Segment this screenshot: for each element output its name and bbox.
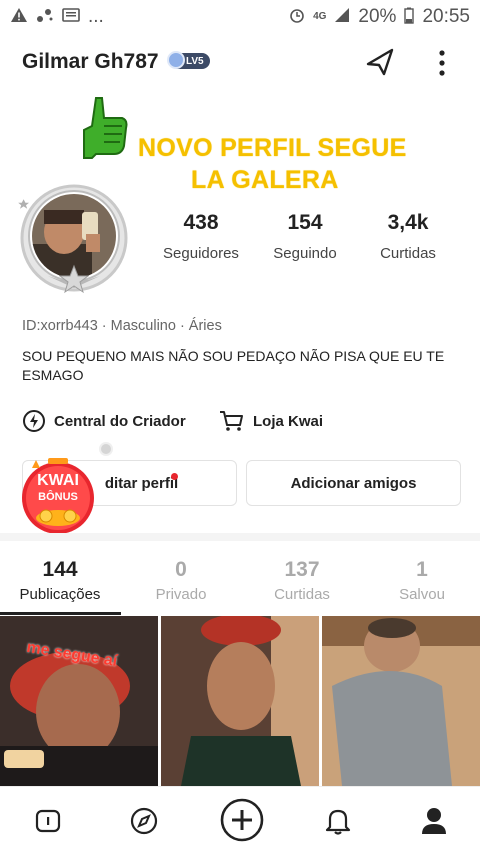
active-tab-indicator [0, 612, 121, 615]
add-friends-button[interactable]: Adicionar amigos [246, 460, 461, 506]
share-icon [366, 48, 394, 76]
status-bar: ... 4G 20% 20:55 [0, 0, 480, 34]
username: Gilmar Gh787 [22, 50, 159, 73]
thumbs-up-sticker [82, 96, 130, 162]
following-stat[interactable]: 154 Seguindo [255, 211, 355, 262]
avatar[interactable] [18, 184, 130, 296]
status-system: 4G 20% 20:55 [289, 6, 470, 28]
publications-count: 144 [42, 558, 78, 581]
profile-meta: ID:xorrb443 · Masculino · Áries [22, 318, 222, 334]
banner-text-line-2: LA GALERA [191, 166, 339, 194]
share-button[interactable] [362, 44, 398, 80]
message-icon [62, 7, 80, 27]
creator-center-label: Central do Criador [54, 412, 186, 430]
section-divider [0, 533, 480, 541]
plus-icon [220, 798, 264, 842]
video-thumbnail-3[interactable] [322, 616, 480, 786]
tab-private[interactable]: 0 Privado [121, 558, 241, 603]
followers-label: Seguidores [163, 245, 239, 262]
add-friends-label: Adicionar amigos [290, 474, 417, 492]
notification-dot [171, 473, 178, 480]
tab-publications[interactable]: 144 Publicações [0, 558, 120, 603]
nav-discover-button[interactable] [124, 801, 164, 841]
alarm-icon [289, 7, 305, 27]
battery-icon [404, 7, 415, 28]
more-vertical-icon [439, 50, 445, 76]
tab-liked[interactable]: 137 Curtidas [242, 558, 362, 603]
close-bonus-dot[interactable] [99, 442, 113, 456]
bell-icon [325, 809, 351, 835]
edit-profile-label: ditar perfil [104, 474, 179, 492]
saved-label: Salvou [399, 586, 445, 603]
video-thumbnail-2[interactable] [161, 616, 319, 786]
status-ellipsis: ... [88, 6, 104, 27]
private-count: 0 [175, 558, 187, 581]
kwai-bonus-line2: BÔNUS [38, 491, 78, 503]
store-link[interactable]: Loja Kwai [219, 409, 323, 433]
level-icon [167, 51, 185, 69]
store-label: Loja Kwai [253, 412, 324, 430]
liked-count: 137 [284, 558, 320, 581]
saved-count: 1 [416, 558, 428, 581]
likes-label: Curtidas [380, 245, 436, 262]
compass-icon [130, 807, 158, 835]
status-notifications: ... [10, 6, 104, 28]
followers-count: 438 [183, 211, 219, 234]
tab-saved[interactable]: 1 Salvou [362, 558, 480, 603]
private-label: Privado [155, 586, 207, 603]
likes-stat[interactable]: 3,4k Curtidas [358, 211, 458, 262]
clock: 20:55 [422, 6, 470, 27]
nav-profile-button[interactable] [414, 801, 454, 841]
video-grid: me segue aí [0, 616, 480, 786]
battery-percent: 20% [358, 6, 397, 27]
nav-home-button[interactable] [28, 801, 68, 841]
profile-header: Gilmar Gh787 LV5 [0, 40, 480, 86]
signal-bars-icon [334, 7, 350, 27]
banner-text-line-1: NOVO PERFIL SEGUE [138, 134, 407, 162]
likes-count: 3,4k [387, 211, 429, 234]
liked-label: Curtidas [274, 586, 330, 603]
home-icon [35, 809, 61, 833]
kwai-bonus-line1: KWAI [37, 472, 79, 489]
publications-label: Publicações [19, 586, 101, 603]
profile-bio: SOU PEQUENO MAIS NÃO SOU PEDAÇO NÃO PISA… [22, 348, 445, 383]
followers-stat[interactable]: 438 Seguidores [151, 211, 251, 262]
warning-icon [10, 7, 28, 27]
cart-icon [220, 411, 243, 431]
profile-icon [422, 808, 446, 834]
following-label: Seguindo [273, 245, 337, 262]
more-options-button[interactable] [430, 44, 454, 80]
video-thumbnail-1[interactable]: me segue aí [0, 616, 158, 786]
creator-center-link[interactable]: Central do Criador [22, 409, 186, 433]
network-label: 4G [313, 11, 327, 22]
bottom-navigation [0, 786, 480, 854]
kwai-bonus-button[interactable]: KWAI BÔNUS [18, 456, 98, 536]
following-count: 154 [287, 211, 323, 234]
nav-create-button[interactable] [219, 797, 265, 843]
signal-dots-icon [36, 7, 54, 27]
lightning-icon [23, 410, 45, 432]
nav-notifications-button[interactable] [318, 801, 358, 841]
